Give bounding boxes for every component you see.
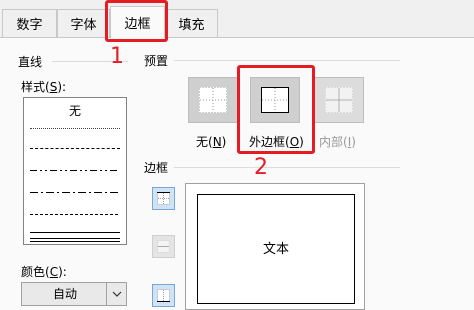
preview-text: 文本 — [262, 242, 289, 257]
border-top-toggle[interactable] — [152, 187, 175, 210]
tab-number[interactable]: 数字 — [2, 9, 57, 37]
preset-group-label: 预置 — [144, 54, 169, 68]
border-bottom-icon — [157, 289, 170, 302]
style-label: 样式(S): — [21, 80, 67, 94]
preset-none-icon — [199, 87, 227, 113]
chevron-down-icon[interactable] — [106, 283, 126, 305]
border-top-icon — [157, 192, 170, 205]
border-inside-horizontal-icon — [157, 240, 170, 253]
line-style-dash-dot[interactable] — [30, 192, 120, 193]
preset-none-button[interactable] — [188, 77, 238, 123]
border-inside-horizontal-toggle[interactable] — [152, 235, 175, 258]
color-dropdown[interactable]: 自动 — [21, 282, 127, 306]
step-2-marker: 2 — [254, 155, 268, 180]
preset-inside-icon — [325, 87, 353, 113]
step-1-marker: 1 — [110, 44, 124, 69]
preview-cell-border: 文本 — [197, 194, 355, 304]
line-style-none[interactable]: 无 — [24, 102, 126, 119]
tab-fill[interactable]: 填充 — [165, 9, 218, 37]
preset-inside-label: 内部(I) — [319, 135, 356, 149]
line-style-hair[interactable] — [30, 128, 120, 129]
tab-font[interactable]: 字体 — [57, 9, 110, 37]
line-style-dashed[interactable] — [30, 148, 120, 149]
color-value: 自动 — [52, 287, 77, 301]
border-preview[interactable]: 文本 — [185, 183, 365, 310]
border-bottom-toggle[interactable] — [152, 284, 175, 307]
line-style-list[interactable]: 无 — [23, 97, 127, 245]
line-style-short-dash[interactable] — [30, 214, 120, 215]
preset-none-label: 无(N) — [196, 135, 227, 149]
border-group-divider — [174, 167, 400, 168]
preset-inside-button[interactable] — [314, 77, 364, 123]
preset-group-divider — [174, 60, 400, 61]
line-style-dash-dot-dot[interactable] — [30, 170, 120, 171]
tab-bar: 数字 字体 边框 填充 — [0, 0, 474, 38]
line-style-double[interactable] — [30, 238, 120, 242]
tab-border[interactable]: 边框 — [110, 6, 165, 38]
color-label: 颜色(C): — [21, 265, 67, 279]
highlight-outline-preset — [237, 65, 315, 154]
line-style-thin[interactable] — [30, 232, 120, 233]
line-group-label: 直线 — [18, 55, 43, 69]
border-group-label: 边框 — [144, 161, 169, 175]
